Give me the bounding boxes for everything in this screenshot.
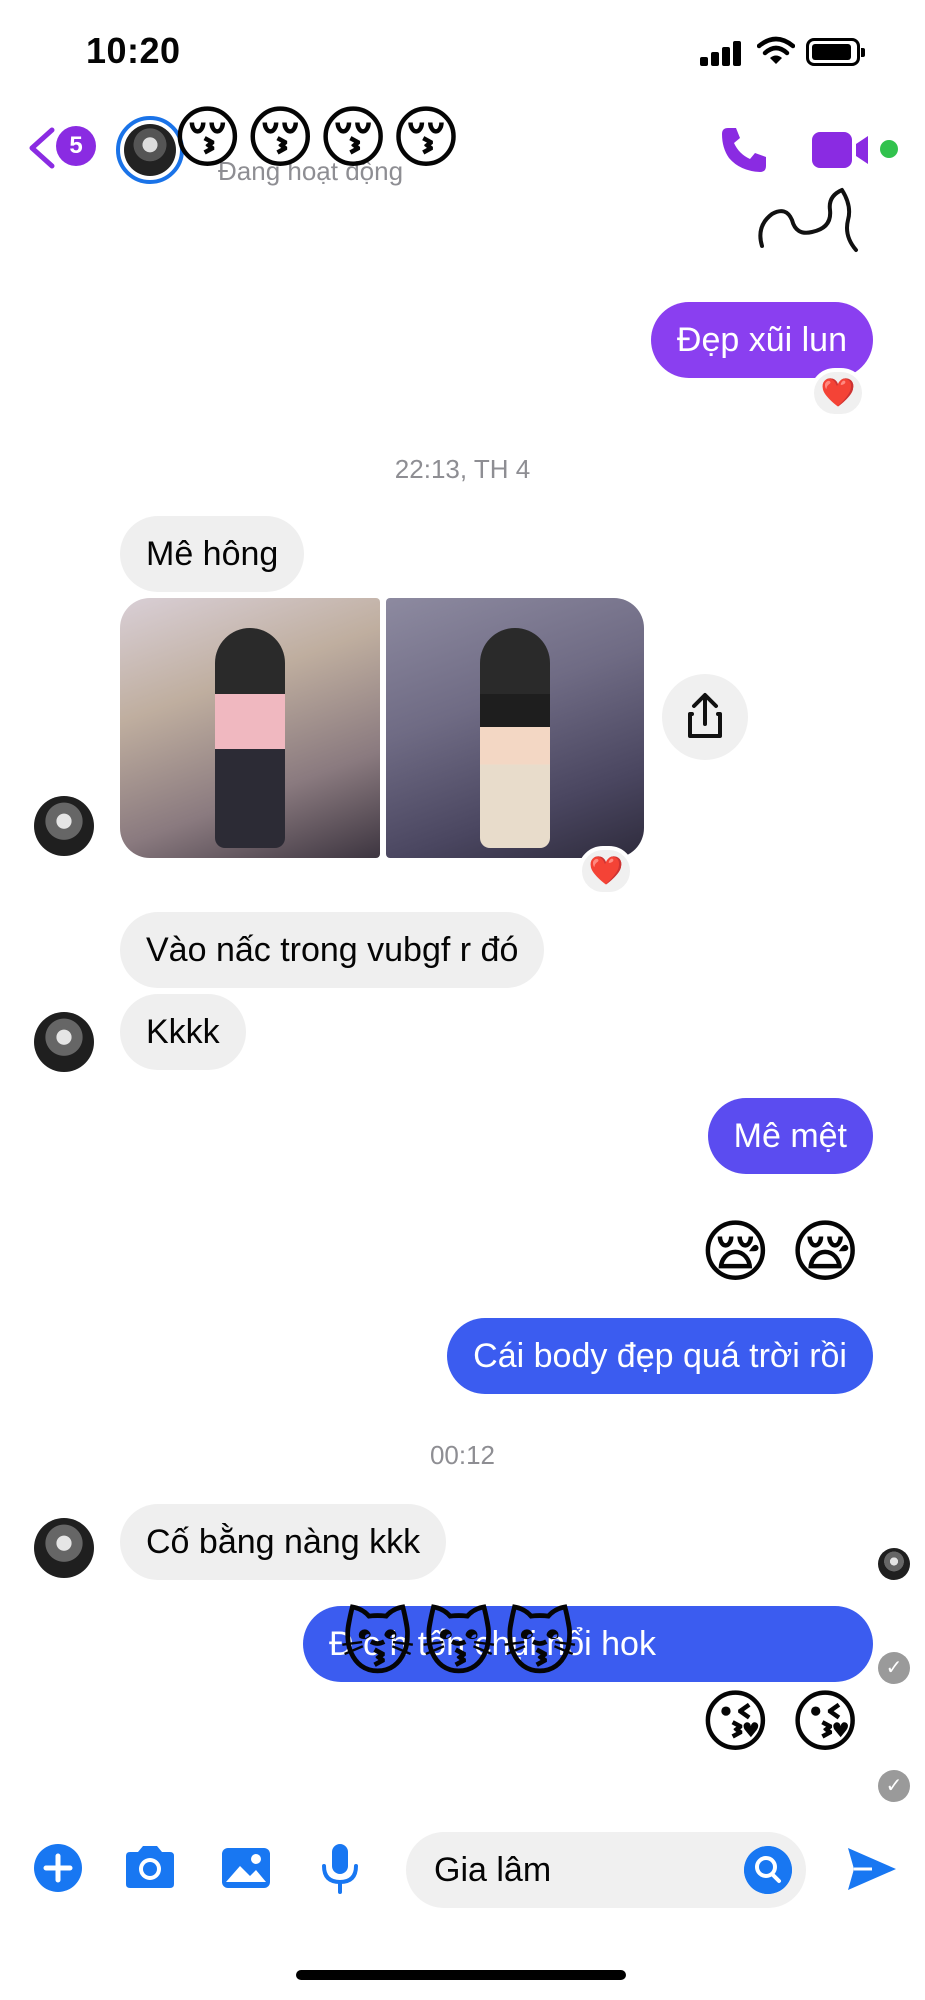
timestamp: 22:13, TH 4 — [394, 454, 531, 484]
video-call-icon[interactable] — [810, 128, 874, 172]
camera-icon[interactable] — [120, 1838, 180, 1898]
status-time: 10:20 — [86, 30, 181, 71]
incoming-message[interactable]: Kkkk — [120, 994, 246, 1070]
online-indicator — [880, 140, 898, 158]
incoming-message[interactable]: Mê hông — [120, 516, 305, 592]
signal-icon — [700, 40, 742, 66]
sticker-fragment — [758, 188, 858, 252]
chevron-left-icon — [29, 127, 55, 169]
outgoing-message[interactable]: Cái body đẹp quá trời rồi — [447, 1318, 873, 1394]
redaction-emoji: 😚 — [390, 100, 462, 176]
share-button[interactable] — [662, 674, 748, 760]
kissing-cat-emoji: 😽 — [421, 1604, 497, 1684]
timestamp: 00:12 — [429, 1440, 496, 1470]
shared-photo[interactable] — [386, 598, 644, 858]
message-composer[interactable] — [406, 1832, 806, 1908]
sender-avatar[interactable] — [34, 796, 94, 856]
emoji-message[interactable]: 😪 😪 — [700, 1212, 861, 1292]
back-button[interactable]: 5 — [24, 118, 96, 178]
unread-count-badge: 5 — [56, 126, 96, 166]
sender-avatar[interactable] — [34, 1518, 94, 1578]
outgoing-message[interactable]: Đẹp xũi lun — [650, 302, 873, 378]
delivered-check-icon: ✓ — [878, 1652, 910, 1684]
redaction-emoji: 😚 — [317, 100, 389, 176]
cat-emoji-overlay: 😽 😽 😽 — [340, 1604, 577, 1684]
microphone-icon[interactable] — [310, 1838, 370, 1898]
heart-reaction[interactable]: ❤️ — [810, 368, 866, 418]
seen-indicator-avatar — [878, 1548, 910, 1580]
redaction-emoji: 😚 — [172, 100, 243, 176]
home-indicator — [296, 1970, 626, 1980]
send-icon[interactable] — [842, 1840, 900, 1898]
share-icon — [688, 693, 722, 738]
phone-icon[interactable] — [716, 122, 772, 178]
kissing-cat-emoji: 😽 — [340, 1604, 416, 1684]
battery-icon — [806, 38, 865, 66]
delivered-check-icon: ✓ — [878, 1770, 910, 1802]
kissing-cat-emoji: 😽 — [502, 1604, 578, 1684]
redaction-emoji: 😚 — [244, 100, 316, 176]
gallery-icon[interactable] — [216, 1838, 276, 1898]
incoming-message[interactable]: Cố bằng nàng kkk — [120, 1504, 447, 1580]
outgoing-message[interactable]: Mê mệt — [707, 1098, 873, 1174]
emoji-search-icon[interactable] — [744, 1846, 792, 1894]
name-redaction-emojis: 😚 😚 😚 😚 — [172, 96, 512, 180]
incoming-message[interactable]: Vào nấc trong vubgf r đó — [120, 912, 545, 988]
sender-avatar[interactable] — [34, 1012, 94, 1072]
emoji-message[interactable]: 😘 😘 — [700, 1682, 861, 1762]
heart-reaction[interactable]: ❤️ — [578, 846, 634, 896]
shared-photo[interactable] — [120, 598, 380, 858]
plus-icon[interactable] — [28, 1838, 88, 1898]
wifi-icon — [757, 36, 795, 64]
message-input[interactable] — [434, 1832, 734, 1908]
